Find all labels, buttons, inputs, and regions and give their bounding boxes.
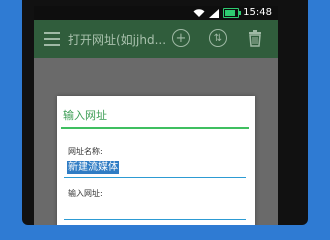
url-name-label: 网址名称: <box>68 147 103 156</box>
add-button[interactable]: + <box>172 29 190 47</box>
add-icon: + <box>175 30 187 46</box>
status-bar: 15:48 <box>34 6 278 20</box>
dialog-divider <box>61 127 249 129</box>
app-toolbar: 打开网址(如jjhd... + ⇅ <box>34 20 278 58</box>
trash-icon <box>249 30 261 47</box>
menu-icon[interactable] <box>44 32 60 50</box>
status-icons: 15:48 <box>193 7 272 19</box>
url-label: 输入网址: <box>68 189 103 198</box>
battery-icon <box>223 8 242 18</box>
url-input[interactable] <box>64 201 246 220</box>
phone-screen: 15:48 打开网址(如jjhd... + ⇅ 输入网址 网址名称: 新建流媒体… <box>34 6 278 225</box>
dialog-title: 输入网址 <box>63 109 107 122</box>
enter-url-dialog: 输入网址 网址名称: 新建流媒体 输入网址: <box>57 96 255 225</box>
sort-button[interactable]: ⇅ <box>209 29 227 47</box>
url-name-input[interactable]: 新建流媒体 <box>64 159 246 178</box>
url-name-value[interactable]: 新建流媒体 <box>67 161 119 174</box>
signal-icon <box>209 8 220 18</box>
toolbar-title: 打开网址(如jjhd... <box>68 33 167 47</box>
status-time: 15:48 <box>243 7 272 18</box>
delete-button[interactable] <box>248 30 262 51</box>
wifi-icon <box>193 8 205 18</box>
sort-icon: ⇅ <box>213 32 223 44</box>
